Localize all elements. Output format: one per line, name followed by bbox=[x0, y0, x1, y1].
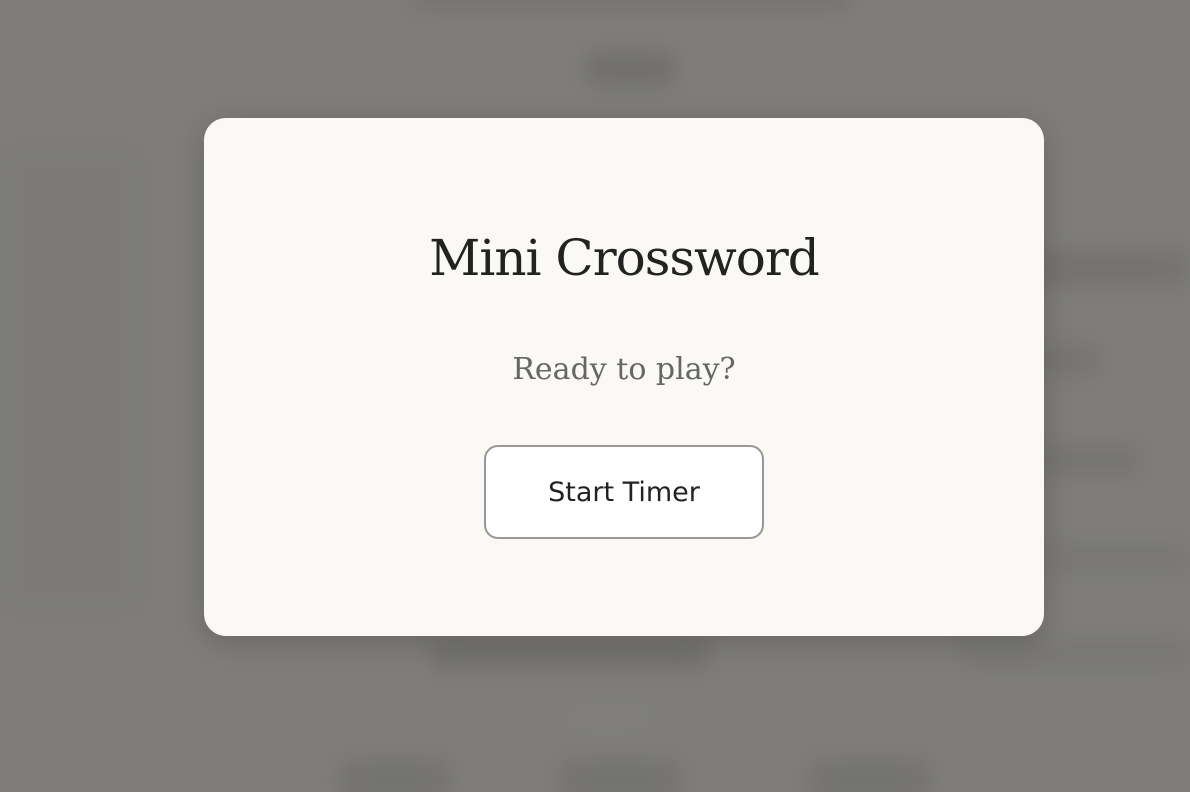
modal-title: Mini Crossword bbox=[429, 229, 820, 287]
start-game-modal: Mini Crossword Ready to play? Start Time… bbox=[204, 118, 1044, 636]
modal-subtitle: Ready to play? bbox=[512, 352, 736, 387]
modal-backdrop: Mini Crossword Ready to play? Start Time… bbox=[0, 0, 1190, 792]
start-timer-button[interactable]: Start Timer bbox=[484, 445, 764, 539]
